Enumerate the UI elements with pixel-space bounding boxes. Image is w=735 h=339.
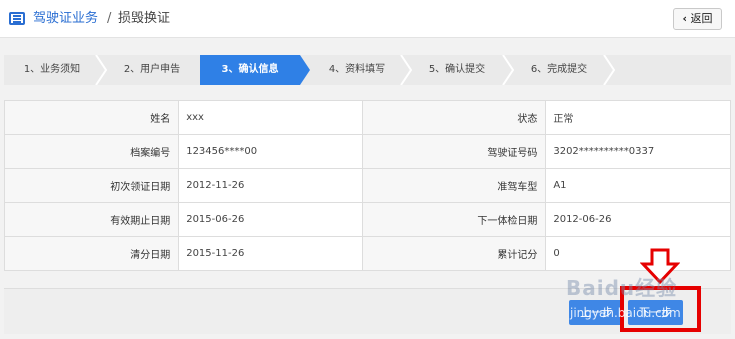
page-header: 驾驶证业务 / 损毁换证 ‹ 返回 (0, 0, 735, 38)
step-label: 2、用户申告 (123, 64, 181, 75)
step-label: 6、完成提交 (530, 64, 588, 75)
step-label: 5、确认提交 (428, 64, 486, 75)
breadcrumb-page: 损毁换证 (118, 11, 171, 26)
step-6: 6、完成提交 (511, 55, 607, 85)
step-active-arrow (300, 55, 310, 85)
breadcrumb-separator: / (107, 11, 112, 26)
value-points: 0 (545, 236, 731, 271)
step-label: 3、确认信息 (221, 64, 279, 75)
value-expiry-date: 2015-06-26 (178, 202, 364, 237)
label-name: 姓名 (3, 100, 180, 135)
label-vehicle-class: 准驾车型 (362, 168, 547, 203)
watermark-logo: Baidu经验 (566, 276, 678, 300)
label-points: 累计记分 (362, 236, 547, 271)
step-progress-bar: 1、业务须知 2、用户申告 3、确认信息 4、资料填写 5、确认提交 6、完成提… (4, 55, 731, 85)
value-status: 正常 (545, 100, 731, 135)
table-row: 档案编号 123456****00 驾驶证号码 3202**********03… (3, 134, 731, 169)
step-label: 1、业务须知 (23, 64, 81, 75)
label-file-number: 档案编号 (3, 134, 180, 169)
label-first-issue-date: 初次领证日期 (3, 168, 180, 203)
step-label: 4、资料填写 (328, 64, 386, 75)
table-row: 初次领证日期 2012-11-26 准驾车型 A1 (3, 168, 731, 203)
list-icon (9, 12, 25, 25)
chevron-left-icon: ‹ (682, 12, 688, 25)
label-clear-date: 清分日期 (3, 236, 180, 271)
step-divider-icon (603, 55, 616, 85)
label-expiry-date: 有效期止日期 (3, 202, 180, 237)
value-name: xxx (178, 100, 364, 135)
license-info-table: 姓名 xxx 状态 正常 档案编号 123456****00 驾驶证号码 320… (3, 100, 731, 271)
step-1: 1、业务须知 (4, 55, 100, 85)
step-4: 4、资料填写 (310, 55, 404, 85)
step-5: 5、确认提交 (409, 55, 505, 85)
value-license-number: 3202**********0337 (545, 134, 731, 169)
value-clear-date: 2015-11-26 (178, 236, 364, 271)
step-2: 2、用户申告 (104, 55, 200, 85)
table-row: 姓名 xxx 状态 正常 (3, 100, 731, 135)
label-status: 状态 (362, 100, 547, 135)
value-file-number: 123456****00 (178, 134, 364, 169)
label-license-number: 驾驶证号码 (362, 134, 547, 169)
label-next-exam-date: 下一体检日期 (362, 202, 547, 237)
breadcrumb-section[interactable]: 驾驶证业务 (33, 10, 98, 28)
table-row: 清分日期 2015-11-26 累计记分 0 (3, 236, 731, 271)
value-next-exam-date: 2012-06-26 (545, 202, 731, 237)
table-row: 有效期止日期 2015-06-26 下一体检日期 2012-06-26 (3, 202, 731, 237)
back-button[interactable]: ‹ 返回 (673, 8, 722, 30)
watermark-url: jingyan.baidu.com (570, 306, 681, 320)
back-button-label: 返回 (690, 12, 713, 25)
step-3-active: 3、确认信息 (200, 55, 300, 85)
value-vehicle-class: A1 (545, 168, 731, 203)
value-first-issue-date: 2012-11-26 (178, 168, 364, 203)
